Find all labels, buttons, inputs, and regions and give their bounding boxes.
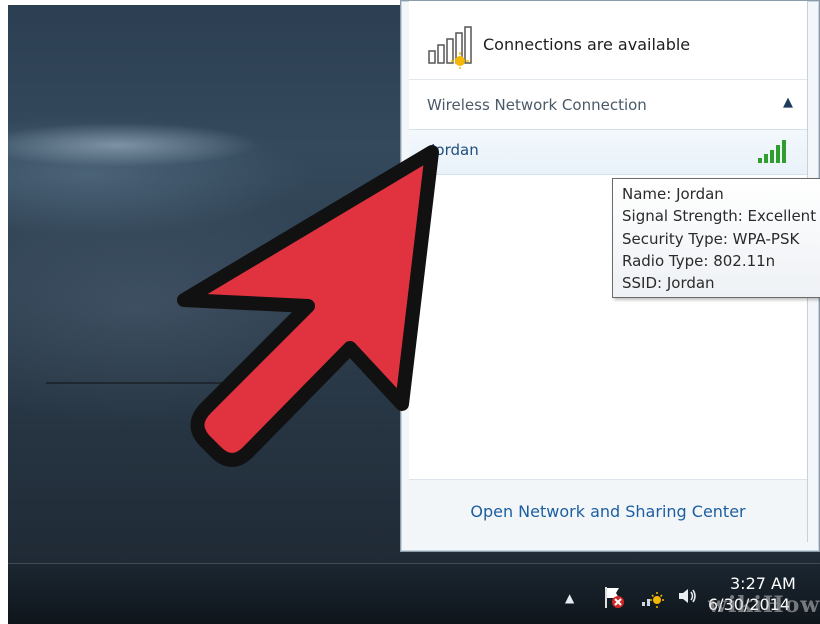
divider <box>409 79 807 80</box>
tooltip-ssid: SSID: Jordan <box>622 274 715 292</box>
flyout-footer: Open Network and Sharing Center <box>409 479 807 542</box>
tooltip-radio-type: Radio Type: 802.11n <box>622 252 776 270</box>
chevron-up-icon[interactable]: ▲ <box>783 95 793 110</box>
action-center-flag-icon[interactable] <box>601 584 627 610</box>
network-signal-icon <box>428 26 472 69</box>
network-details-tooltip: Name: Jordan Signal Strength: Excellent … <box>612 178 820 298</box>
open-network-sharing-center-link[interactable]: Open Network and Sharing Center <box>409 502 807 521</box>
wireless-section-header[interactable]: Wireless Network Connection ▲ <box>409 89 807 123</box>
red-pointer-arrow-icon <box>177 145 439 467</box>
taskbar: ▲ 3:27 AM 6/30/2014 wikiHow <box>8 563 820 624</box>
wikihow-watermark: wikiHow <box>708 592 820 618</box>
tooltip-security-type: Security Type: WPA-PSK <box>622 230 800 248</box>
show-hidden-icons-arrow[interactable]: ▲ <box>565 591 574 605</box>
tooltip-name: Name: Jordan <box>622 185 724 203</box>
signal-bars-icon <box>758 140 786 163</box>
network-item-jordan[interactable]: Jordan <box>409 129 807 175</box>
connections-available-title: Connections are available <box>483 35 691 54</box>
volume-icon[interactable] <box>676 584 700 608</box>
wireless-section-label: Wireless Network Connection <box>427 96 647 114</box>
clock-time[interactable]: 3:27 AM <box>730 574 796 593</box>
wifi-tray-icon[interactable] <box>641 584 667 610</box>
tooltip-signal-strength: Signal Strength: Excellent <box>622 207 817 225</box>
flyout-header: Connections are available <box>409 17 807 71</box>
